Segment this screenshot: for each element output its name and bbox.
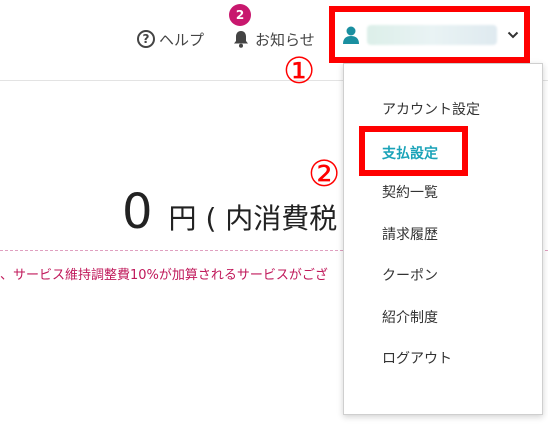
price-amount: 0 <box>122 184 153 240</box>
annotation-marker-1: ① <box>283 51 316 92</box>
notice-link[interactable]: お知らせ <box>233 28 315 50</box>
notice-count-badge: 2 <box>229 4 251 26</box>
bell-icon <box>234 31 248 48</box>
price-display: 0 円 ( 内消費税 <box>122 184 337 240</box>
surcharge-notice: 、サービス維持調整費10%が加算されるサービスがござ <box>0 268 328 283</box>
menu-item-referral[interactable]: 紹介制度 <box>382 307 438 327</box>
notice-label: お知らせ <box>255 30 315 49</box>
menu-item-payment-settings[interactable]: 支払設定 <box>382 143 438 163</box>
question-circle-icon: ? <box>137 30 155 48</box>
price-unit-text: 円 ( 内消費税 <box>168 202 338 235</box>
annotation-marker-2: ② <box>308 154 341 195</box>
user-icon <box>343 26 359 44</box>
menu-item-billing-history[interactable]: 請求履歴 <box>382 224 438 244</box>
account-menu-button[interactable] <box>329 6 530 63</box>
menu-item-contract-list[interactable]: 契約一覧 <box>382 182 438 202</box>
menu-item-logout[interactable]: ログアウト <box>382 348 452 368</box>
account-dropdown-menu: アカウント設定 支払設定 契約一覧 請求履歴 クーポン 紹介制度 ログアウト <box>343 63 543 415</box>
menu-item-account-settings[interactable]: アカウント設定 <box>382 99 480 119</box>
chevron-down-icon <box>507 31 519 38</box>
help-label: ヘルプ <box>159 30 205 49</box>
account-name-redacted <box>367 24 497 45</box>
help-link[interactable]: ? ヘルプ <box>137 28 204 50</box>
menu-item-coupon[interactable]: クーポン <box>382 265 438 285</box>
